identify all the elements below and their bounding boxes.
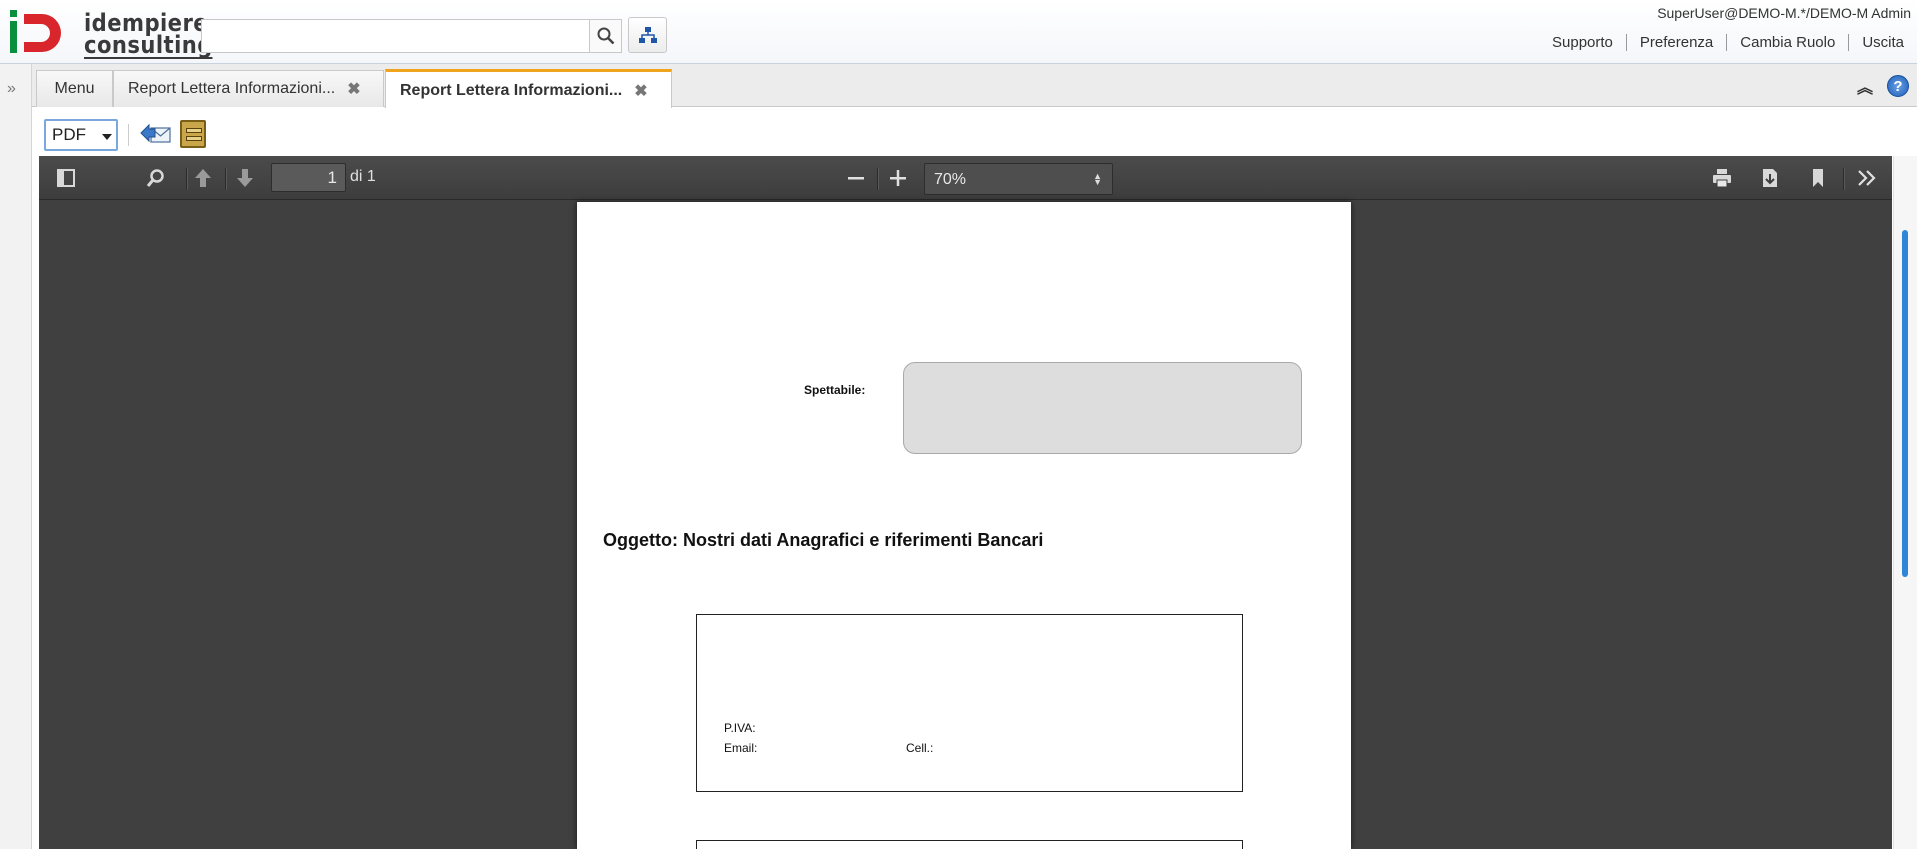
download-icon[interactable] bbox=[1759, 167, 1781, 189]
zoom-select[interactable]: 70% ▲ ▼ bbox=[924, 163, 1113, 195]
vertical-scrollbar[interactable] bbox=[1893, 156, 1917, 849]
help-icon[interactable]: ? bbox=[1887, 75, 1909, 97]
bank-data-box bbox=[696, 840, 1243, 849]
logo: idempiere consulting bbox=[8, 8, 213, 60]
scrollbar-thumb[interactable] bbox=[1902, 230, 1908, 577]
header-bar: idempiere consulting SuperUser@DEMO-M.*/… bbox=[0, 0, 1917, 64]
tools-icon[interactable] bbox=[1856, 167, 1878, 189]
west-panel-collapsed: » bbox=[0, 64, 32, 849]
archive-button[interactable] bbox=[180, 120, 206, 148]
toolbar-divider bbox=[225, 168, 226, 190]
logo-text: idempiere consulting bbox=[84, 11, 213, 59]
previous-page-icon[interactable] bbox=[192, 167, 214, 189]
company-data-box: P.IVA: Email: Cell.: bbox=[696, 614, 1243, 792]
tab-report-1[interactable]: Report Lettera Informazioni... ✖ bbox=[113, 70, 384, 107]
tab-bar-actions: ︽ ? bbox=[1857, 74, 1909, 98]
cell-label: Cell.: bbox=[906, 741, 934, 755]
tree-icon bbox=[638, 27, 657, 43]
tree-navigation-button[interactable] bbox=[628, 17, 667, 53]
search-input[interactable] bbox=[202, 20, 587, 52]
page-number-input[interactable]: 1 bbox=[271, 163, 346, 192]
collapse-icon[interactable]: ︽ bbox=[1857, 74, 1873, 98]
toolbar-divider bbox=[186, 168, 187, 190]
document-subject: Oggetto: Nostri dati Anagrafici e riferi… bbox=[603, 530, 1044, 550]
expand-icon[interactable]: » bbox=[7, 80, 16, 98]
link-uscita[interactable]: Uscita bbox=[1848, 34, 1917, 51]
report-toolbar: PDF bbox=[32, 108, 1917, 156]
app-window: idempiere consulting SuperUser@DEMO-M.*/… bbox=[0, 0, 1917, 849]
piva-label: P.IVA: bbox=[724, 721, 756, 735]
search-icon bbox=[597, 27, 614, 45]
recipient-address-box bbox=[903, 362, 1302, 454]
search-button[interactable] bbox=[589, 20, 621, 52]
zoom-value: 70% bbox=[934, 171, 967, 188]
toolbar-divider bbox=[1843, 168, 1844, 190]
find-icon[interactable] bbox=[145, 167, 167, 189]
current-user: SuperUser@DEMO-M.*/DEMO-M Admin bbox=[1657, 5, 1911, 21]
global-search bbox=[201, 19, 622, 53]
link-cambia-ruolo[interactable]: Cambia Ruolo bbox=[1726, 34, 1848, 51]
pdf-page: Spettabile: Oggetto: Nostri dati Anagraf… bbox=[577, 202, 1351, 849]
link-preferenza[interactable]: Preferenza bbox=[1625, 34, 1726, 51]
tab-menu[interactable]: Menu bbox=[36, 70, 113, 107]
tab-label: Report Lettera Informazioni... bbox=[128, 80, 336, 97]
tab-bar: Menu Report Lettera Informazioni... ✖ Re… bbox=[32, 64, 1917, 109]
chevron-updown-icon: ▲ ▼ bbox=[1093, 171, 1102, 187]
close-icon[interactable]: ✖ bbox=[634, 81, 647, 101]
tab-label: Report Lettera Informazioni... bbox=[400, 81, 623, 99]
zoom-out-icon[interactable] bbox=[845, 167, 867, 189]
spettabile-label: Spettabile: bbox=[804, 383, 866, 397]
top-links: Supporto Preferenza Cambia Ruolo Uscita bbox=[1539, 34, 1917, 51]
pdf-viewer: 1 di 1 70% ▲ ▼ Spettabile: Oggetto: Nost… bbox=[39, 156, 1892, 849]
toolbar-divider bbox=[128, 124, 129, 146]
bookmark-icon[interactable] bbox=[1807, 167, 1829, 189]
print-icon[interactable] bbox=[1711, 167, 1733, 189]
email-label: Email: bbox=[724, 741, 758, 755]
chevron-down-icon bbox=[102, 134, 112, 140]
toolbar-divider bbox=[877, 168, 878, 190]
tab-label: Menu bbox=[54, 80, 95, 97]
email-icon bbox=[140, 123, 171, 143]
logo-mark bbox=[10, 10, 61, 53]
tab-report-2-active[interactable]: Report Lettera Informazioni... ✖ bbox=[385, 69, 672, 109]
format-value: PDF bbox=[52, 125, 86, 144]
page-count: di 1 bbox=[350, 168, 376, 185]
next-page-icon[interactable] bbox=[234, 167, 256, 189]
pdf-toolbar: 1 di 1 70% ▲ ▼ bbox=[39, 156, 1892, 200]
format-select[interactable]: PDF bbox=[44, 119, 118, 151]
logo-text-line2: consulting bbox=[84, 31, 213, 59]
close-icon[interactable]: ✖ bbox=[347, 79, 360, 99]
link-supporto[interactable]: Supporto bbox=[1539, 34, 1626, 51]
sidebar-toggle-icon[interactable] bbox=[55, 167, 77, 189]
send-email-button[interactable] bbox=[140, 122, 172, 146]
zoom-in-icon[interactable] bbox=[887, 167, 909, 189]
